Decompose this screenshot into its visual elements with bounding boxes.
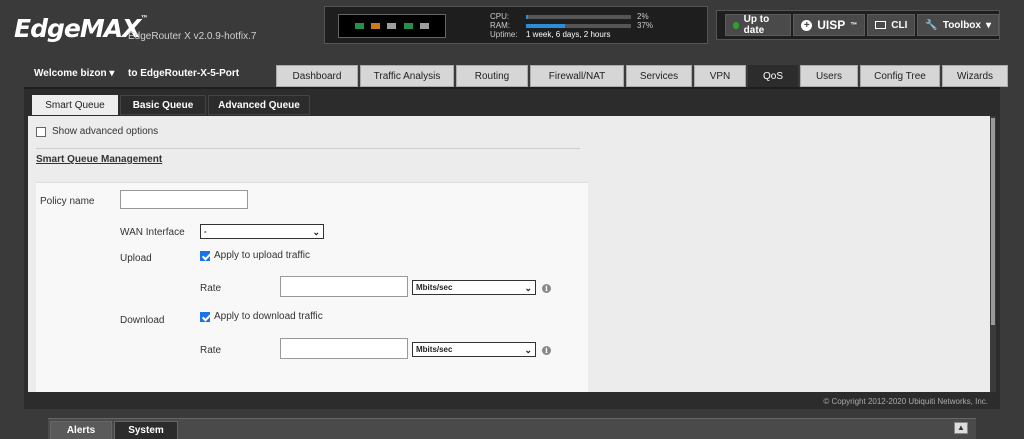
content-scrollbar[interactable] xyxy=(990,116,996,392)
subtab-advanced-queue[interactable]: Advanced Queue xyxy=(208,95,310,115)
upload-rate-input[interactable] xyxy=(280,276,408,297)
chevron-down-icon: ⌄ xyxy=(312,227,320,237)
download-unit-select[interactable]: Mbits/sec ⌄ xyxy=(412,342,536,357)
show-advanced-label: Show advanced options xyxy=(52,126,159,137)
toolbox-button[interactable]: 🔧 Toolbox ▾ xyxy=(917,14,999,36)
terminal-icon xyxy=(875,21,887,29)
chevron-down-icon: ▾ xyxy=(985,19,991,31)
smart-queue-form: Policy name WAN Interface - ⌄ Upload Appl… xyxy=(36,182,588,392)
subtab-basic-queue[interactable]: Basic Queue xyxy=(120,95,206,115)
tab-traffic-analysis[interactable]: Traffic Analysis xyxy=(360,65,454,87)
policy-name-input[interactable] xyxy=(120,190,248,209)
info-icon[interactable]: i xyxy=(542,284,551,293)
uisp-button[interactable]: + UISP ™ xyxy=(793,14,866,36)
smart-queue-content: Show advanced options Smart Queue Manage… xyxy=(28,116,990,392)
uptime-label: Uptime: xyxy=(490,30,518,39)
system-stats: CPU: 2% RAM: 37% Uptime: 1 week, 6 days,… xyxy=(490,12,653,39)
port-icon[interactable] xyxy=(371,23,381,29)
port-icon[interactable] xyxy=(403,23,413,29)
router-name: to EdgeRouter-X-5-Port xyxy=(128,68,240,79)
ram-value: 37% xyxy=(637,21,654,30)
status-panel: CPU: 2% RAM: 37% Uptime: 1 week, 6 days,… xyxy=(324,6,708,44)
qos-panel: Smart Queue Basic Queue Advanced Queue S… xyxy=(24,87,1000,409)
port-status xyxy=(338,14,446,38)
top-toolbar: Up to date + UISP ™ CLI 🔧 Toolbox ▾ xyxy=(716,10,1000,40)
upload-unit-select[interactable]: Mbits/sec ⌄ xyxy=(412,280,536,295)
tab-firewall-nat[interactable]: Firewall/NAT xyxy=(530,65,624,87)
chevron-down-icon: ⌄ xyxy=(524,283,532,293)
download-rate-label: Rate xyxy=(200,345,222,356)
tab-alerts[interactable]: Alerts xyxy=(50,421,112,439)
tab-routing[interactable]: Routing xyxy=(456,65,528,87)
upload-label: Upload xyxy=(120,253,152,264)
section-title: Smart Queue Management xyxy=(36,154,163,165)
tab-config-tree[interactable]: Config Tree xyxy=(860,65,940,87)
update-status-button[interactable]: Up to date xyxy=(725,14,792,36)
upload-apply-checkbox[interactable] xyxy=(200,250,210,261)
policy-name-label: Policy name xyxy=(40,196,95,207)
expand-icon[interactable]: ▲ xyxy=(954,422,968,434)
tab-services[interactable]: Services xyxy=(626,65,692,87)
port-icon[interactable] xyxy=(354,23,364,29)
download-rate-input[interactable] xyxy=(280,338,408,359)
ram-bar xyxy=(526,23,631,28)
tab-vpn[interactable]: VPN xyxy=(694,65,746,87)
plus-icon: + xyxy=(801,19,813,31)
chevron-down-icon: ⌄ xyxy=(524,345,532,355)
chevron-down-icon: ▾ xyxy=(109,68,115,79)
download-apply-option[interactable]: Apply to download traffic xyxy=(200,311,323,322)
main-tabs: Dashboard Traffic Analysis Routing Firew… xyxy=(276,65,1008,87)
qos-subtabs: Smart Queue Basic Queue Advanced Queue xyxy=(32,95,310,115)
cpu-bar xyxy=(526,14,631,19)
cli-button[interactable]: CLI xyxy=(867,14,916,36)
upload-apply-label: Apply to upload traffic xyxy=(214,250,310,261)
wan-interface-label: WAN Interface xyxy=(120,227,185,238)
bottom-bar: Alerts System ▲ xyxy=(48,418,976,439)
ram-label: RAM: xyxy=(490,21,510,30)
tab-qos[interactable]: QoS xyxy=(748,65,798,87)
upload-rate-label: Rate xyxy=(200,283,222,294)
info-icon[interactable]: i xyxy=(542,346,551,355)
tab-wizards[interactable]: Wizards xyxy=(942,65,1008,87)
subtab-smart-queue[interactable]: Smart Queue xyxy=(32,95,118,115)
firmware-version: EdgeRouter X v2.0.9-hotfix.7 xyxy=(128,31,257,42)
uptime-value: 1 week, 6 days, 2 hours xyxy=(526,30,611,39)
show-advanced-option[interactable]: Show advanced options xyxy=(36,126,158,137)
tab-dashboard[interactable]: Dashboard xyxy=(276,65,358,87)
download-apply-checkbox[interactable] xyxy=(200,311,210,322)
wrench-icon: 🔧 xyxy=(925,19,938,31)
status-dot-icon xyxy=(733,21,739,29)
divider xyxy=(36,148,580,149)
download-apply-label: Apply to download traffic xyxy=(214,311,323,322)
cpu-value: 2% xyxy=(637,12,649,21)
tab-users[interactable]: Users xyxy=(800,65,858,87)
wan-interface-select[interactable]: - ⌄ xyxy=(200,224,324,239)
show-advanced-checkbox[interactable] xyxy=(36,126,46,137)
port-icon[interactable] xyxy=(420,23,430,29)
cpu-label: CPU: xyxy=(490,12,510,21)
port-icon[interactable] xyxy=(387,23,397,29)
copyright: © Copyright 2012-2020 Ubiquiti Networks,… xyxy=(823,397,988,406)
user-menu[interactable]: Welcome bizon ▾ xyxy=(34,68,114,79)
upload-apply-option[interactable]: Apply to upload traffic xyxy=(200,250,310,261)
tab-system[interactable]: System xyxy=(114,421,178,439)
scrollbar-thumb[interactable] xyxy=(991,118,995,325)
download-label: Download xyxy=(120,315,165,326)
